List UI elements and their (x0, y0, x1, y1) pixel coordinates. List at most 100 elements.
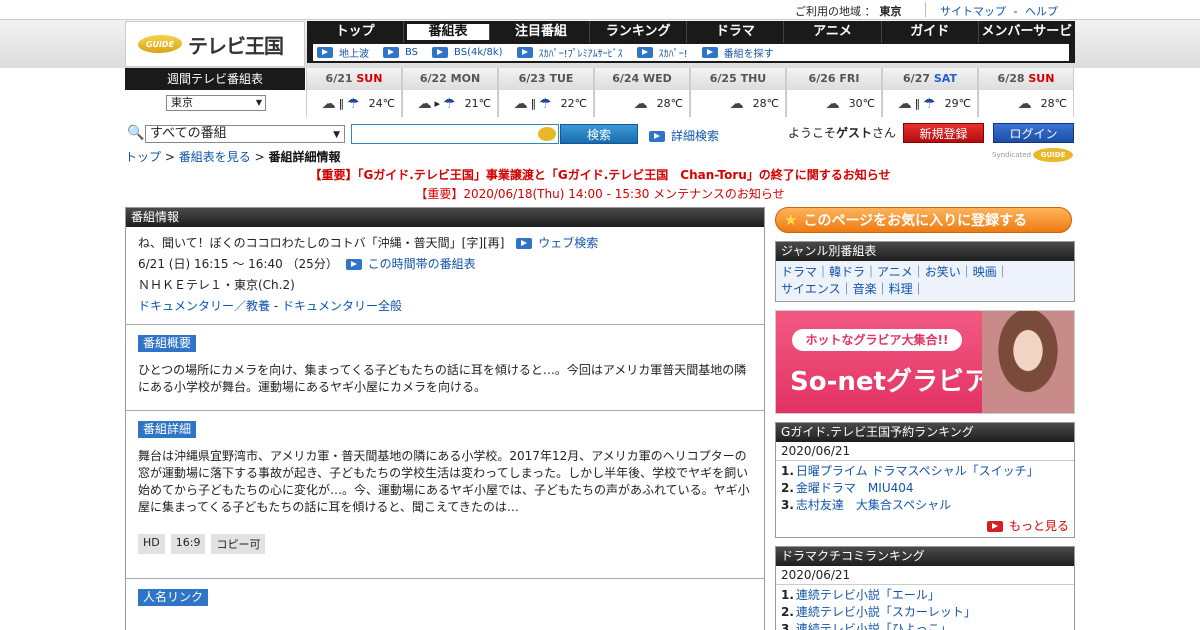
day-weather: ☁ 30℃ (787, 90, 881, 117)
day-column[interactable]: 6/24 WED ☁ 28℃ (594, 68, 690, 117)
sub-nav-find-program[interactable]: 番組を探す (701, 45, 774, 60)
region-select[interactable]: 東京 (166, 95, 266, 111)
day-date: 6/23 TUE (499, 68, 593, 90)
reservation-ranking: Gガイド.テレビ王国予約ランキング 2020/06/21 1. 日曜プライム ドラ… (775, 422, 1075, 538)
sub-nav-bs[interactable]: BS (383, 47, 418, 58)
search-input[interactable] (351, 124, 559, 144)
rank-title-link[interactable]: 志村友達 大集合スペシャル (796, 498, 951, 512)
badge-aspect: 16:9 (170, 534, 206, 554)
day-column[interactable]: 6/22 MON ☁ ▸ ☂ 21℃ (402, 68, 498, 117)
day-date-text: 6/21 (325, 72, 353, 85)
rank-number: 3. (781, 622, 794, 630)
program-panel: 番組情報 ね、聞いて！ぼくのココロわたしのコトバ「沖縄・普天間」[字][再] ウ… (125, 207, 765, 630)
tab-featured[interactable]: 注目番組 (493, 21, 591, 43)
tab-member[interactable]: メンバーサービス (979, 21, 1075, 61)
day-date: 6/21 SUN (307, 68, 401, 90)
weather-transition-icon: ‖ (338, 97, 345, 110)
help-link[interactable]: ヘルプ (1025, 5, 1058, 18)
day-of-week: SUN (1028, 72, 1055, 85)
advanced-search-link[interactable]: 詳細検索 (649, 127, 719, 144)
day-weather: ☁ ‖ ☂ 29℃ (883, 90, 977, 117)
tab-drama[interactable]: ドラマ (687, 21, 785, 43)
day-date-text: 6/25 (709, 72, 737, 85)
rank-title-link[interactable]: 連続テレビ小説「スカーレット」 (796, 605, 976, 619)
detail-label: 番組詳細 (138, 421, 197, 438)
sub-nav-skyperfect[interactable]: ｽｶﾊﾟｰ! (636, 45, 688, 60)
region-value: 東京 (879, 5, 902, 18)
day-of-week: FRI (839, 72, 860, 85)
syndicated-label: Syndicated (992, 151, 1032, 159)
login-button[interactable]: ログイン (993, 123, 1074, 143)
rank-title-link[interactable]: 連続テレビ小説「ひよっこ」 (796, 622, 952, 630)
web-search-link[interactable]: ウェブ検索 (516, 236, 598, 250)
day-weather: ☁ ▸ ☂ 21℃ (403, 90, 497, 117)
sub-nav-label: BS (405, 47, 419, 58)
summary-text: ひとつの場所にカメラを向け、集まってくる子どもたちの話に耳を傾けると…。今回はア… (138, 363, 747, 394)
site-logo[interactable]: GUIDE テレビ王国 (125, 21, 305, 67)
umbrella-icon: ☂ (539, 95, 552, 112)
people-label: 人名リンク (138, 589, 209, 606)
register-button[interactable]: 新規登録 (903, 123, 984, 143)
breadcrumb-top[interactable]: トップ (125, 150, 161, 164)
welcome-text: ようこそゲストさん (788, 124, 896, 141)
rank-title-link[interactable]: 日曜プライム ドラマスペシャル「スイッチ」 (796, 464, 1039, 478)
notice-transfer[interactable]: 【重要】「Gガイド.テレビ王国」事業譲渡と「Gガイド.テレビ王国 Chan-To… (0, 166, 1200, 183)
sub-nav-terrestrial[interactable]: 地上波 (317, 45, 369, 60)
day-weather: ☁ ‖ ☂ 22℃ (499, 90, 593, 117)
program-time-line: 6/21 (日) 16:15 ～ 16:40 （25分） この時間帯の番組表 (138, 254, 752, 275)
day-date-text: 6/27 (903, 72, 931, 85)
page: ご利用の地域 ：東京 サイトマップ - ヘルプ GUIDE テレビ王国 トップ … (0, 0, 1200, 630)
drama-review-ranking: ドラマクチコミランキング 2020/06/21 1. 連続テレビ小説「エール」 2… (775, 546, 1075, 630)
search-button[interactable]: 検索 (560, 124, 638, 144)
day-date: 6/25 THU (691, 68, 785, 90)
welcome-prefix: ようこそ (788, 126, 837, 140)
genre-links[interactable]: ドラマ｜韓ドラ｜アニメ｜お笑い｜映画｜ サイエンス｜音楽｜料理｜ (776, 261, 1074, 301)
cloud-icon: ☁ (321, 95, 336, 112)
breadcrumb-schedule[interactable]: 番組表を見る (179, 150, 251, 164)
sub-nav-bs-4k[interactable]: BS(4k/8k) (432, 47, 503, 58)
rank-number: 1. (781, 588, 794, 602)
summary-section: 番組概要 ひとつの場所にカメラを向け、集まってくる子どもたちの話に耳を傾けると…… (126, 325, 764, 411)
badge-hd: HD (138, 534, 165, 554)
category-select[interactable]: すべての番組 (145, 125, 345, 143)
day-date-text: 6/24 (612, 72, 640, 85)
day-temperature: 21℃ (464, 97, 491, 110)
tab-schedule[interactable]: 番組表 (407, 24, 490, 40)
tab-anime[interactable]: アニメ (784, 21, 882, 43)
day-date: 6/27 SAT (883, 68, 977, 90)
genre-links-line1[interactable]: ドラマ｜韓ドラ｜アニメ｜お笑い｜映画｜ (781, 264, 1069, 281)
cloud-icon: ☁ (825, 95, 840, 112)
rank-title-link[interactable]: 金曜ドラマ MIU404 (796, 481, 914, 495)
tab-guide[interactable]: ガイド (882, 21, 979, 43)
rank-title-link[interactable]: 連続テレビ小説「エール」 (796, 588, 940, 602)
day-column[interactable]: 6/21 SUN ☁ ‖ ☂ 24℃ (306, 68, 402, 117)
gravure-banner[interactable]: ホットなグラビア大集合!! So-netグラビア (775, 310, 1075, 414)
timeslot-link[interactable]: この時間帯の番組表 (345, 257, 476, 271)
day-of-week: WED (643, 72, 672, 85)
sub-nav-label: 地上波 (339, 49, 369, 60)
notice-maintenance[interactable]: 【重要】2020/06/18(Thu) 14:00 - 15:30 メンテナンス… (0, 185, 1200, 202)
sitemap-link[interactable]: サイトマップ (940, 5, 1006, 18)
genre-link-documentary[interactable]: ドキュメンタリー／教養 (138, 299, 270, 313)
genre-link-documentary-all[interactable]: ドキュメンタリー全般 (282, 299, 402, 313)
add-favorite-button[interactable]: ★ このページをお気に入りに登録する (775, 207, 1072, 233)
tab-top[interactable]: トップ (307, 21, 405, 43)
arrow-icon (317, 47, 333, 58)
day-column[interactable]: 6/25 THU ☁ 28℃ (690, 68, 786, 117)
day-temperature: 22℃ (560, 97, 587, 110)
genre-links-line2[interactable]: サイエンス｜音楽｜料理｜ (781, 281, 1069, 298)
tab-ranking[interactable]: ランキング (590, 21, 688, 43)
more-link[interactable]: もっと見る (776, 516, 1074, 537)
weekly-schedule: 週間テレビ番組表 東京 6/21 SUN☁‖☂24℃6/22 MON☁▸☂21℃… (125, 68, 1075, 117)
day-column[interactable]: 6/26 FRI ☁ 30℃ (786, 68, 882, 117)
genre-separator: - (273, 299, 279, 313)
day-date: 6/26 FRI (787, 68, 881, 90)
day-temperature: 28℃ (752, 97, 779, 110)
list-item: 2. 金曜ドラマ MIU404 (781, 480, 1069, 497)
day-column[interactable]: 6/28 SUN ☁ 28℃ (978, 68, 1074, 117)
day-column[interactable]: 6/27 SAT ☁ ‖ ☂ 29℃ (882, 68, 978, 117)
breadcrumb-current: 番組詳細情報 (268, 150, 341, 164)
day-column[interactable]: 6/23 TUE ☁ ‖ ☂ 22℃ (498, 68, 594, 117)
day-date-text: 6/23 (518, 72, 546, 85)
sub-nav-skyperfect-premium[interactable]: ｽｶﾊﾟｰ!ﾌﾟﾚﾐｱﾑｻｰﾋﾞｽ (516, 45, 623, 60)
